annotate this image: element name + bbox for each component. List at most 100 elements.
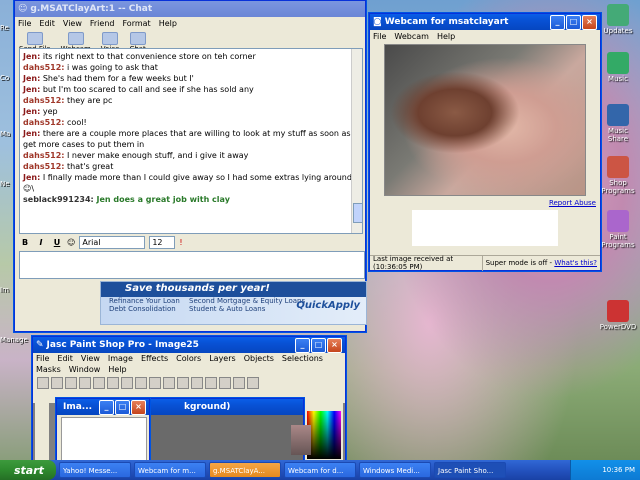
message: Jen: She's had them for a few weeks but …: [23, 74, 194, 83]
ad-item[interactable]: Debt Consolidation: [109, 305, 189, 313]
chat-log[interactable]: Jen: its right next to that convenience …: [19, 48, 363, 234]
message-input[interactable]: [19, 251, 365, 279]
left-icon-1[interactable]: Re: [0, 24, 14, 32]
chat-scrollbar[interactable]: [351, 49, 362, 233]
overview-icon[interactable]: [233, 377, 245, 389]
message: Jen: yep: [23, 107, 58, 116]
close-button[interactable]: ×: [131, 399, 146, 415]
menu-file[interactable]: File: [18, 19, 31, 28]
voice-icon: [102, 32, 119, 45]
cut-icon[interactable]: [121, 377, 133, 389]
task-paint-shop[interactable]: Jasc Paint Sho...: [434, 462, 506, 478]
menu-image[interactable]: Image: [108, 354, 133, 363]
paste-icon[interactable]: [149, 377, 161, 389]
desktop-icon-shop[interactable]: Shop Programs: [598, 156, 638, 195]
menu-objects[interactable]: Objects: [244, 354, 274, 363]
menu-file[interactable]: File: [36, 354, 49, 363]
left-icon-6[interactable]: Manage: [0, 336, 30, 344]
menu-friend[interactable]: Friend: [90, 19, 115, 28]
buzz-icon[interactable]: !: [179, 238, 182, 247]
minimize-button[interactable]: _: [295, 337, 310, 353]
histogram-icon[interactable]: [191, 377, 203, 389]
system-tray: 10:36 PM: [570, 460, 640, 480]
scroll-thumb[interactable]: [353, 203, 362, 223]
left-icon-4[interactable]: Ne: [0, 180, 14, 188]
redo-icon[interactable]: [107, 377, 119, 389]
palette-icon[interactable]: [205, 377, 217, 389]
menu-view[interactable]: View: [81, 354, 100, 363]
menu-format[interactable]: Format: [122, 19, 150, 28]
menu-help[interactable]: Help: [108, 365, 126, 374]
italic-button[interactable]: I: [35, 238, 47, 247]
desktop-icon-paint[interactable]: Paint Programs: [598, 210, 638, 249]
undo-icon[interactable]: [93, 377, 105, 389]
menu-masks[interactable]: Masks: [36, 365, 61, 374]
font-size-select[interactable]: 12: [149, 235, 176, 249]
psp-titlebar[interactable]: ✎ Jasc Paint Shop Pro - Image25 _ □ ×: [33, 337, 345, 353]
emoticon-icon[interactable]: ☺: [67, 238, 75, 247]
underline-button[interactable]: U: [51, 238, 63, 247]
bold-button[interactable]: B: [19, 238, 31, 247]
message-last: seblack991234: Jen does a great job with…: [23, 195, 230, 204]
help-icon[interactable]: [247, 377, 259, 389]
menu-window[interactable]: Window: [69, 365, 101, 374]
task-yahoo[interactable]: Yahoo! Messe...: [59, 462, 131, 478]
report-abuse-link[interactable]: Report Abuse: [549, 199, 596, 207]
task-chat[interactable]: g.MSATClayA...: [209, 462, 281, 478]
loan-ad-banner[interactable]: Save thousands per year! Refinance Your …: [100, 281, 367, 325]
clock[interactable]: 10:36 PM: [602, 466, 635, 474]
message: Jen: its right next to that convenience …: [23, 52, 256, 61]
layers-icon[interactable]: [219, 377, 231, 389]
menu-edit[interactable]: Edit: [57, 354, 73, 363]
task-webcam-1[interactable]: Webcam for m...: [134, 462, 206, 478]
menu-file[interactable]: File: [373, 32, 386, 41]
open-icon[interactable]: [51, 377, 63, 389]
webcam-titlebar[interactable]: ◙ Webcam for msatclayart _ □ ×: [370, 14, 600, 30]
copy-icon[interactable]: [135, 377, 147, 389]
ad-item[interactable]: Refinance Your Loan: [109, 297, 189, 305]
new-icon[interactable]: [37, 377, 49, 389]
left-icon-5[interactable]: Im: [0, 286, 14, 294]
message: Jen: I finally made more than I could gi…: [23, 173, 352, 193]
img-titlebar[interactable]: Ima... _ □ ×: [57, 399, 149, 415]
menu-colors[interactable]: Colors: [176, 354, 201, 363]
close-button[interactable]: ×: [582, 14, 597, 30]
desktop-icon-music[interactable]: Music: [598, 52, 638, 83]
menu-view[interactable]: View: [63, 19, 82, 28]
menu-webcam[interactable]: Webcam: [394, 32, 429, 41]
menu-selections[interactable]: Selections: [282, 354, 323, 363]
browse-icon[interactable]: [177, 377, 189, 389]
font-select[interactable]: Arial: [79, 235, 146, 249]
whats-this-link[interactable]: What's this?: [554, 259, 597, 267]
start-button[interactable]: start: [0, 460, 56, 480]
desktop-icon-powerdvd[interactable]: PowerDVD: [598, 300, 638, 331]
minimize-button[interactable]: _: [99, 399, 114, 415]
ad-item[interactable]: Student & Auto Loans: [189, 305, 269, 313]
maximize-button[interactable]: □: [566, 14, 581, 30]
music-icon: [607, 52, 629, 74]
color-gradient[interactable]: [307, 411, 341, 459]
menu-edit[interactable]: Edit: [39, 19, 55, 28]
psp-toolbox[interactable]: [35, 403, 49, 461]
left-icon-3[interactable]: Ma: [0, 130, 14, 138]
menu-effects[interactable]: Effects: [141, 354, 168, 363]
task-webcam-2[interactable]: Webcam for d...: [284, 462, 356, 478]
close-button[interactable]: ×: [327, 337, 342, 353]
zoom-icon[interactable]: [163, 377, 175, 389]
message: dahs512: they are pc: [23, 96, 113, 105]
ad-item[interactable]: Second Mortgage & Equity Loans: [189, 297, 309, 305]
menu-help[interactable]: Help: [159, 19, 177, 28]
task-windows-media[interactable]: Windows Medi...: [359, 462, 431, 478]
image-canvas[interactable]: [61, 417, 147, 461]
menu-layers[interactable]: Layers: [209, 354, 235, 363]
chat-titlebar[interactable]: ☺ g.MSATClayArt:1 -- Chat: [15, 1, 365, 17]
menu-help[interactable]: Help: [437, 32, 455, 41]
left-icon-2[interactable]: Co: [0, 74, 14, 82]
desktop-icon-updates[interactable]: Updates: [598, 4, 638, 35]
maximize-button[interactable]: □: [115, 399, 130, 415]
maximize-button[interactable]: □: [311, 337, 326, 353]
save-icon[interactable]: [65, 377, 77, 389]
minimize-button[interactable]: _: [550, 14, 565, 30]
desktop-icon-music-share[interactable]: Music Share: [598, 104, 638, 143]
print-icon[interactable]: [79, 377, 91, 389]
